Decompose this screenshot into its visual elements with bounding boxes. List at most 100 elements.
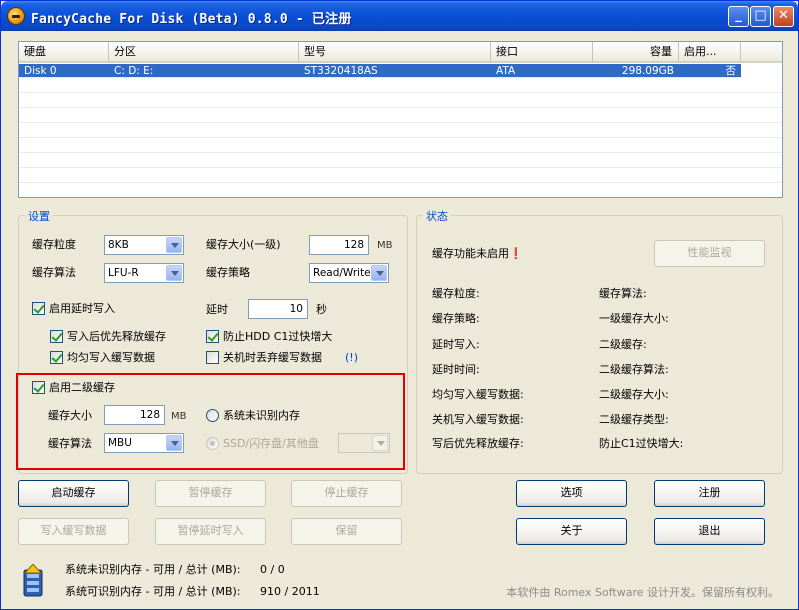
cache-state-text: 缓存功能未启用❗ xyxy=(432,247,523,260)
copyright-text: 本软件由 Romex Software 设计开发。保留所有权利。 xyxy=(506,586,779,599)
l2-unrecognized-mem-label[interactable]: 系统未识别内存 xyxy=(223,409,300,423)
unrecognized-mem-label: 系统未识别内存 - 可用 / 总计 (MB): xyxy=(65,563,241,576)
free-after-write-label[interactable]: 写入后优先释放缓存 xyxy=(67,330,166,344)
discard-on-shutdown-label[interactable]: 关机时丢弃缓写数据 xyxy=(223,351,322,365)
monitor-button[interactable]: 性能监视 xyxy=(654,240,765,267)
granularity-label: 缓存粒度 xyxy=(32,238,76,251)
l2-algorithm-select[interactable]: MBU xyxy=(104,433,184,453)
strategy-label: 缓存策略 xyxy=(206,266,250,279)
granularity-value: 8KB xyxy=(108,239,129,251)
strategy-value: Read/Write xyxy=(313,267,371,279)
start-cache-button[interactable]: 启动缓存 xyxy=(18,480,129,507)
column-enabled[interactable]: 启用... xyxy=(679,42,741,63)
delayed-write-checkbox[interactable] xyxy=(32,302,45,315)
l2-ssd-label[interactable]: SSD/闪存盘/其他盘 xyxy=(223,437,319,451)
l1-size-input[interactable]: 128 xyxy=(309,235,369,255)
empty-row xyxy=(19,94,782,108)
l2-size-input[interactable]: 128 xyxy=(104,405,165,425)
l2-enable-checkbox[interactable] xyxy=(32,381,45,394)
status-label: 二级缓存类型: xyxy=(599,413,669,426)
empty-row xyxy=(19,79,782,93)
status-label: 写后优先释放缓存: xyxy=(432,437,524,450)
cell-model: ST3320418AS xyxy=(304,65,378,77)
algorithm-select[interactable]: LFU-R xyxy=(104,263,184,283)
chevron-down-icon[interactable] xyxy=(371,265,387,281)
chevron-down-icon[interactable] xyxy=(166,435,182,451)
status-label: 缓存算法: xyxy=(599,287,647,300)
algorithm-label: 缓存算法 xyxy=(32,266,76,279)
cell-partitions: C: D: E: xyxy=(114,65,154,77)
granularity-select[interactable]: 8KB xyxy=(104,235,184,255)
maximize-button[interactable]: □ xyxy=(750,6,771,27)
l2-ssd-select[interactable] xyxy=(338,433,390,453)
status-label: 二级缓存大小: xyxy=(599,388,669,401)
close-button[interactable]: ✕ xyxy=(773,6,794,27)
options-button[interactable]: 选项 xyxy=(516,480,627,507)
l2-size-unit: MB xyxy=(171,411,187,422)
l1-size-label: 缓存大小(一级) xyxy=(206,238,281,251)
prevent-c1-checkbox[interactable] xyxy=(206,330,219,343)
unrecognized-mem-value: 0 / 0 xyxy=(260,563,285,576)
title-bar[interactable]: FancyCache For Disk (Beta) 0.8.0 - 已注册 _… xyxy=(1,1,798,31)
reserve-button[interactable]: 保留 xyxy=(291,518,402,545)
free-after-write-checkbox[interactable] xyxy=(50,330,63,343)
chevron-down-icon[interactable] xyxy=(166,265,182,281)
column-partition[interactable]: 分区 xyxy=(109,42,299,63)
cell-interface: ATA xyxy=(496,65,516,77)
discard-on-shutdown-checkbox[interactable] xyxy=(206,351,219,364)
chevron-down-icon[interactable] xyxy=(166,237,182,253)
exit-button[interactable]: 退出 xyxy=(654,518,765,545)
l2-algorithm-label: 缓存算法 xyxy=(48,437,92,450)
cell-capacity: 298.09GB xyxy=(621,65,674,77)
l2-size-label: 缓存大小 xyxy=(48,409,92,422)
empty-row xyxy=(19,124,782,138)
pause-delay-button[interactable]: 暂停延时写入 xyxy=(155,518,266,545)
pause-cache-button[interactable]: 暂停缓存 xyxy=(155,480,266,507)
column-filler xyxy=(741,42,782,63)
empty-row xyxy=(19,154,782,168)
column-capacity[interactable]: 容量 xyxy=(593,42,679,63)
recognized-mem-value: 910 / 2011 xyxy=(260,585,320,598)
stop-cache-button[interactable]: 停止缓存 xyxy=(291,480,402,507)
empty-row xyxy=(19,109,782,123)
status-label: 延时时间: xyxy=(432,363,480,376)
settings-group-title: 设置 xyxy=(25,208,53,224)
cell-enabled: 否 xyxy=(725,65,737,77)
column-interface[interactable]: 接口 xyxy=(491,42,593,63)
recognized-mem-label: 系统可识别内存 - 可用 / 总计 (MB): xyxy=(65,585,241,598)
chevron-down-icon[interactable] xyxy=(372,435,388,451)
delayed-write-label[interactable]: 启用延时写入 xyxy=(49,302,115,316)
status-label: 缓存粒度: xyxy=(432,287,480,300)
status-label: 缓存策略: xyxy=(432,312,480,325)
strategy-select[interactable]: Read/Write xyxy=(309,263,389,283)
about-button[interactable]: 关于 xyxy=(516,518,627,545)
memory-icon xyxy=(21,563,45,598)
delay-label: 延时 xyxy=(206,303,228,316)
column-model[interactable]: 型号 xyxy=(299,42,491,63)
status-label: 二级缓存算法: xyxy=(599,363,669,376)
minimize-button[interactable]: _ xyxy=(728,6,749,27)
empty-row xyxy=(19,139,782,153)
empty-row xyxy=(19,169,782,183)
status-label: 防止C1过快增大: xyxy=(599,437,684,450)
status-label: 二级缓存: xyxy=(599,338,647,351)
column-disk[interactable]: 硬盘 xyxy=(19,42,109,63)
balance-write-checkbox[interactable] xyxy=(50,351,63,364)
main-window: FancyCache For Disk (Beta) 0.8.0 - 已注册 _… xyxy=(0,0,799,610)
prevent-c1-label[interactable]: 防止HDD C1过快增大 xyxy=(223,330,332,344)
status-label: 延时写入: xyxy=(432,338,480,351)
l2-ssd-radio[interactable] xyxy=(206,437,219,450)
algorithm-value: LFU-R xyxy=(108,267,139,279)
disk-list[interactable]: 硬盘 分区 型号 接口 容量 启用... Disk 0 C: D: E: ST3… xyxy=(18,41,783,198)
status-group-title: 状态 xyxy=(423,208,451,224)
l1-size-unit: MB xyxy=(377,240,393,251)
register-button[interactable]: 注册 xyxy=(654,480,765,507)
delay-input[interactable]: 10 xyxy=(248,299,308,319)
balance-write-label[interactable]: 均匀写入缓写数据 xyxy=(67,351,155,365)
help-link[interactable]: (!) xyxy=(345,351,358,365)
l2-enable-label[interactable]: 启用二级缓存 xyxy=(49,381,115,395)
write-data-button[interactable]: 写入缓写数据 xyxy=(18,518,129,545)
app-icon[interactable] xyxy=(7,7,25,25)
table-row[interactable]: Disk 0 C: D: E: ST3320418AS ATA 298.09GB… xyxy=(19,64,741,78)
l2-unrecognized-mem-radio[interactable] xyxy=(206,409,219,422)
